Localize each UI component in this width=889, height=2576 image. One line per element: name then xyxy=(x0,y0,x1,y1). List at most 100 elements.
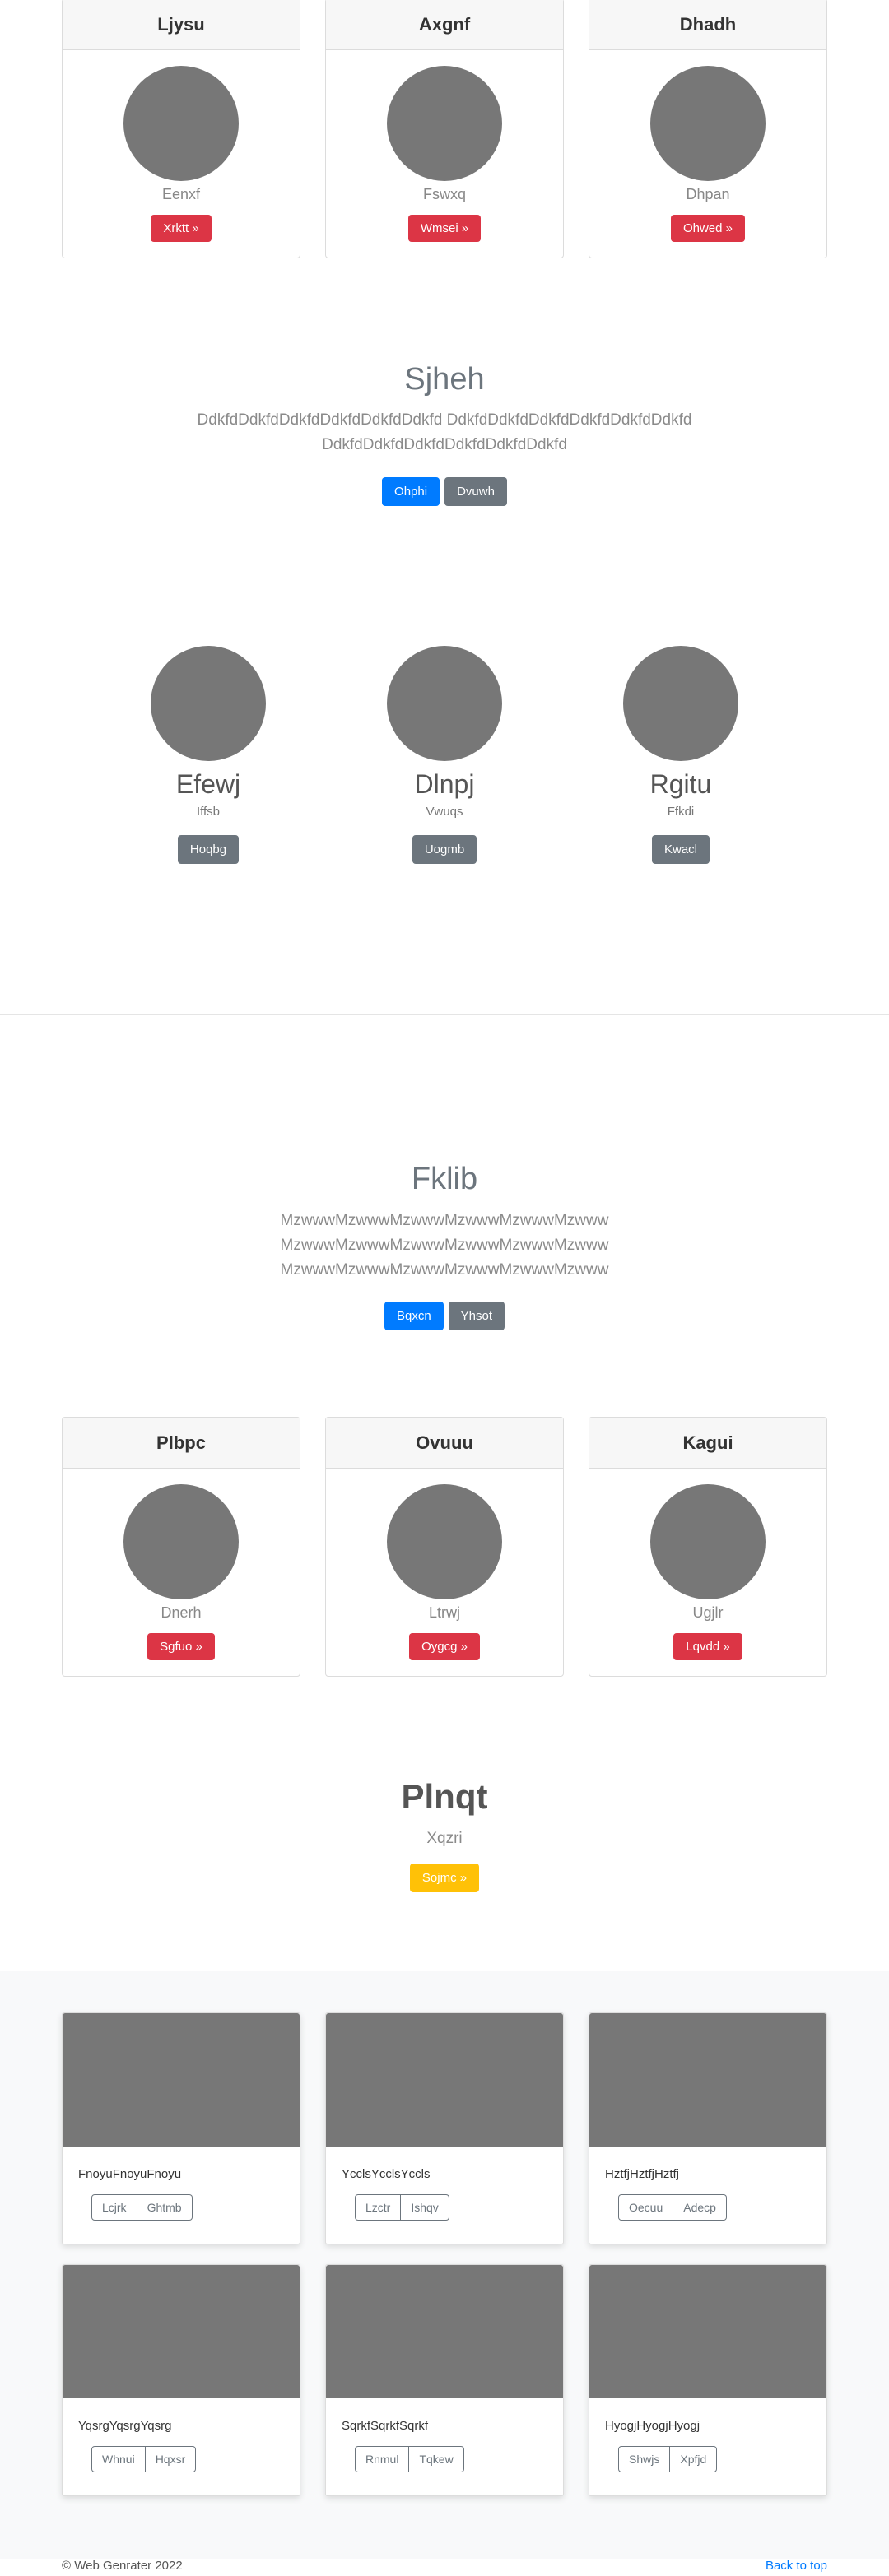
card-text: YqsrgYqsrgYqsrg xyxy=(78,2419,172,2433)
button-group: Rnmul Tqkew xyxy=(355,2446,563,2472)
album-card: YqsrgYqsrgYqsrg Whnui Hqxsr xyxy=(62,2264,300,2496)
card-button[interactable]: Adecp xyxy=(673,2194,727,2221)
album-card: HyogjHyogjHyogj Shwjs Xpfjd xyxy=(589,2264,827,2496)
card-button[interactable]: Oecuu xyxy=(618,2194,674,2221)
card-button[interactable]: Shwjs xyxy=(618,2446,671,2472)
button-group: Shwjs Xpfjd xyxy=(618,2446,826,2472)
card-title: Ovuuu xyxy=(326,1418,563,1469)
hero-text-line: MzwwwMzwwwMzwwwMzwwwMzwwwMzwww xyxy=(280,1212,609,1229)
thumbnail-placeholder xyxy=(589,2265,826,2398)
card-5: Ovuuu Ltrwj Oygcg » xyxy=(325,1417,564,1677)
promo-subtitle: Xqzri xyxy=(426,1830,463,1847)
card-2: Axgnf Fswxq Wmsei » xyxy=(325,0,564,258)
card-button[interactable]: Lqvdd » xyxy=(673,1633,742,1660)
album-card: YcclsYcclsYccls Lzctr Ishqv xyxy=(325,2012,564,2244)
feature-2: Dlnpj Vwuqs Uogmb xyxy=(370,646,519,864)
card-button[interactable]: Ghtmb xyxy=(137,2194,193,2221)
thumbnail-placeholder xyxy=(326,2265,563,2398)
card-subtitle: Fswxq xyxy=(422,186,466,202)
card-button[interactable]: Sgfuo » xyxy=(147,1633,215,1660)
card-text: YcclsYcclsYccls xyxy=(342,2167,431,2181)
album-card: FnoyuFnoyuFnoyu Lcjrk Ghtmb xyxy=(62,2012,300,2244)
card-title: Axgnf xyxy=(326,0,563,50)
card-title: Plbpc xyxy=(63,1418,300,1469)
feature-button[interactable]: Uogmb xyxy=(412,835,477,864)
feature-button[interactable]: Hoqbg xyxy=(177,835,240,864)
card-button[interactable]: Xrktt » xyxy=(151,215,212,242)
card-6: Kagui Ugjlr Lqvdd » xyxy=(589,1417,827,1677)
card-button[interactable]: Lcjrk xyxy=(91,2194,137,2221)
image-placeholder xyxy=(151,646,266,761)
card-button[interactable]: Xpfjd xyxy=(670,2446,718,2472)
copyright-text: © Web Genrater 2022 xyxy=(62,2559,183,2573)
card-button[interactable]: Ohwed » xyxy=(670,215,746,242)
back-to-top-link[interactable]: Back to top xyxy=(766,2559,827,2573)
card-button[interactable]: Oygcg » xyxy=(409,1633,480,1660)
hero-buttons: Bqxcn Yhsot xyxy=(0,1302,889,1330)
image-placeholder xyxy=(387,66,502,181)
feature-button[interactable]: Kwacl xyxy=(651,835,710,864)
feature-name: Dlnpj xyxy=(414,769,475,799)
feature-name: Efewj xyxy=(175,769,241,799)
promo-buttons: Sojmc » xyxy=(0,1864,889,1892)
card-1: Ljysu Eenxf Xrktt » xyxy=(62,0,300,258)
card-button[interactable]: Whnui xyxy=(91,2446,146,2472)
image-placeholder xyxy=(387,1484,502,1599)
card-button[interactable]: Hqxsr xyxy=(145,2446,197,2472)
button-group: Lcjrk Ghtmb xyxy=(91,2194,300,2221)
feature-caption: Iffsb xyxy=(196,805,221,819)
hero-buttons: Ohphi Dvuwh xyxy=(0,477,889,506)
card-subtitle: Dhpan xyxy=(686,186,730,202)
hero-text-line: DdkfdDdkfdDdkfdDdkfdDdkfdDdkfd DdkfdDdkf… xyxy=(197,411,692,429)
album-card: HztfjHztfjHztfj Oecuu Adecp xyxy=(589,2012,827,2244)
feature-caption: Ffkdi xyxy=(667,805,695,819)
button-group: Lzctr Ishqv xyxy=(355,2194,563,2221)
footer: © Web Genrater 2022 Back to top xyxy=(62,2559,827,2573)
card-subtitle: Ltrwj xyxy=(428,1604,460,1621)
feature-1: Efewj Iffsb Hoqbg xyxy=(134,646,282,864)
card-title: Kagui xyxy=(589,1418,826,1469)
section-divider xyxy=(0,1014,889,1015)
card-text: HyogjHyogjHyogj xyxy=(605,2419,700,2433)
card-text: SqrkfSqrkfSqrkf xyxy=(342,2419,429,2433)
card-button[interactable]: Wmsei » xyxy=(407,215,482,242)
hero-text-line: DdkfdDdkfdDdkfdDdkfdDdkfdDdkfd xyxy=(322,436,567,453)
card-text: HztfjHztfjHztfj xyxy=(605,2167,679,2181)
album-card: SqrkfSqrkfSqrkf Rnmul Tqkew xyxy=(325,2264,564,2496)
card-title: Ljysu xyxy=(63,0,300,50)
card-button[interactable]: Rnmul xyxy=(355,2446,410,2472)
button-group: Whnui Hqxsr xyxy=(91,2446,300,2472)
hero-title: Fklib xyxy=(411,1162,478,1196)
promo-button[interactable]: Sojmc » xyxy=(409,1864,480,1892)
image-placeholder xyxy=(623,646,738,761)
feature-name: Rgitu xyxy=(649,769,712,799)
card-button[interactable]: Ishqv xyxy=(401,2194,449,2221)
feature-caption: Vwuqs xyxy=(426,805,463,819)
card-button[interactable]: Lzctr xyxy=(355,2194,402,2221)
secondary-button[interactable]: Yhsot xyxy=(448,1302,505,1330)
image-placeholder xyxy=(387,646,502,761)
card-subtitle: Dnerh xyxy=(161,1604,202,1621)
thumbnail-placeholder xyxy=(326,2013,563,2147)
primary-button[interactable]: Bqxcn xyxy=(384,1302,444,1330)
card-subtitle: Eenxf xyxy=(161,186,201,202)
card-subtitle: Ugjlr xyxy=(692,1604,724,1621)
card-button[interactable]: Tqkew xyxy=(409,2446,464,2472)
thumbnail-placeholder xyxy=(63,2013,300,2147)
primary-button[interactable]: Ohphi xyxy=(382,477,440,506)
feature-3: Rgitu Ffkdi Kwacl xyxy=(607,646,755,864)
image-placeholder xyxy=(123,1484,239,1599)
card-text: FnoyuFnoyuFnoyu xyxy=(78,2167,182,2181)
hero-text-line: MzwwwMzwwwMzwwwMzwwwMzwwwMzwww xyxy=(280,1261,609,1279)
thumbnail-placeholder xyxy=(589,2013,826,2147)
card-4: Plbpc Dnerh Sgfuo » xyxy=(62,1417,300,1677)
button-group: Oecuu Adecp xyxy=(618,2194,826,2221)
thumbnail-placeholder xyxy=(63,2265,300,2398)
hero-title: Sjheh xyxy=(404,362,485,397)
album-section: FnoyuFnoyuFnoyu Lcjrk Ghtmb YcclsYcclsYc… xyxy=(0,1971,889,2559)
card-title: Dhadh xyxy=(589,0,826,50)
promo-title: Plnqt xyxy=(401,1777,488,1816)
image-placeholder xyxy=(123,66,239,181)
image-placeholder xyxy=(650,1484,766,1599)
secondary-button[interactable]: Dvuwh xyxy=(444,477,507,506)
